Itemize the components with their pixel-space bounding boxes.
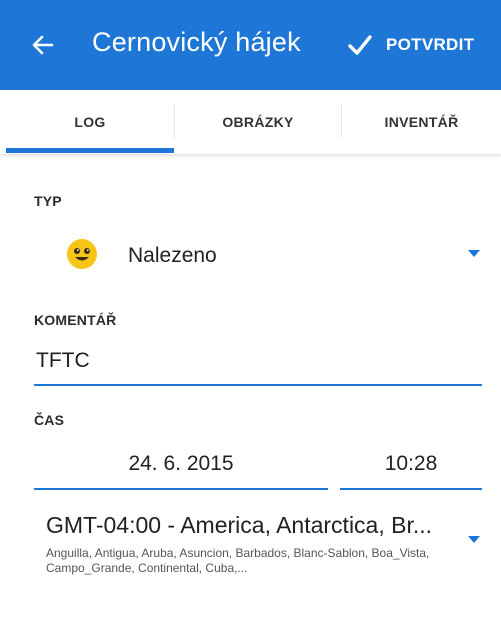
- type-value: Nalezeno: [128, 244, 217, 267]
- type-dropdown[interactable]: Nalezeno: [20, 228, 488, 284]
- arrow-left-icon: [32, 35, 54, 55]
- comment-label: KOMENTÁŘ: [34, 312, 117, 328]
- page-title: Cernovický hájek: [92, 27, 301, 57]
- tab-inventory[interactable]: INVENTÁŘ: [342, 90, 501, 154]
- chevron-down-icon: [468, 536, 480, 543]
- timezone-description: Anguilla, Antigua, Aruba, Asuncion, Barb…: [46, 546, 430, 575]
- tab-log[interactable]: LOG: [6, 90, 174, 154]
- date-field[interactable]: 24. 6. 2015: [34, 440, 328, 490]
- tab-bar: LOG OBRÁZKY INVENTÁŘ: [0, 90, 501, 154]
- chevron-down-icon: [468, 250, 480, 257]
- type-label: TYP: [34, 193, 62, 209]
- comment-input[interactable]: [34, 338, 482, 386]
- active-tab-indicator: [6, 148, 174, 153]
- timezone-dropdown[interactable]: GMT-04:00 - America, Antarctica, Br... A…: [20, 500, 488, 600]
- time-label: ČAS: [34, 412, 65, 428]
- app-bar: Cernovický hájek POTVRDIT: [0, 0, 501, 90]
- timezone-title: GMT-04:00 - America, Antarctica, Br...: [46, 512, 433, 538]
- confirm-label: POTVRDIT: [386, 35, 475, 54]
- time-field[interactable]: 10:28: [340, 440, 482, 490]
- check-icon: [348, 35, 372, 55]
- tab-images[interactable]: OBRÁZKY: [175, 90, 341, 154]
- confirm-button[interactable]: POTVRDIT: [348, 22, 474, 68]
- smiley-found-icon: [67, 239, 97, 269]
- back-button[interactable]: [20, 22, 66, 68]
